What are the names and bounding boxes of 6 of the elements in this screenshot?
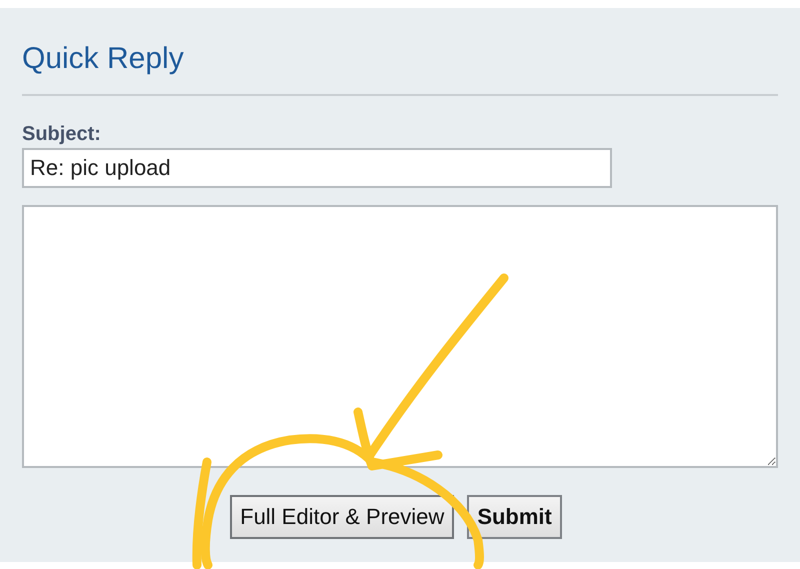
submit-button[interactable]: Submit (467, 495, 562, 539)
panel-title: Quick Reply (22, 41, 185, 77)
subject-field[interactable]: Re: pic upload (22, 148, 612, 188)
message-field[interactable] (22, 205, 778, 468)
editor-button[interactable]: Full Editor & Preview (230, 495, 454, 539)
subject-label: Subject: (22, 122, 102, 146)
